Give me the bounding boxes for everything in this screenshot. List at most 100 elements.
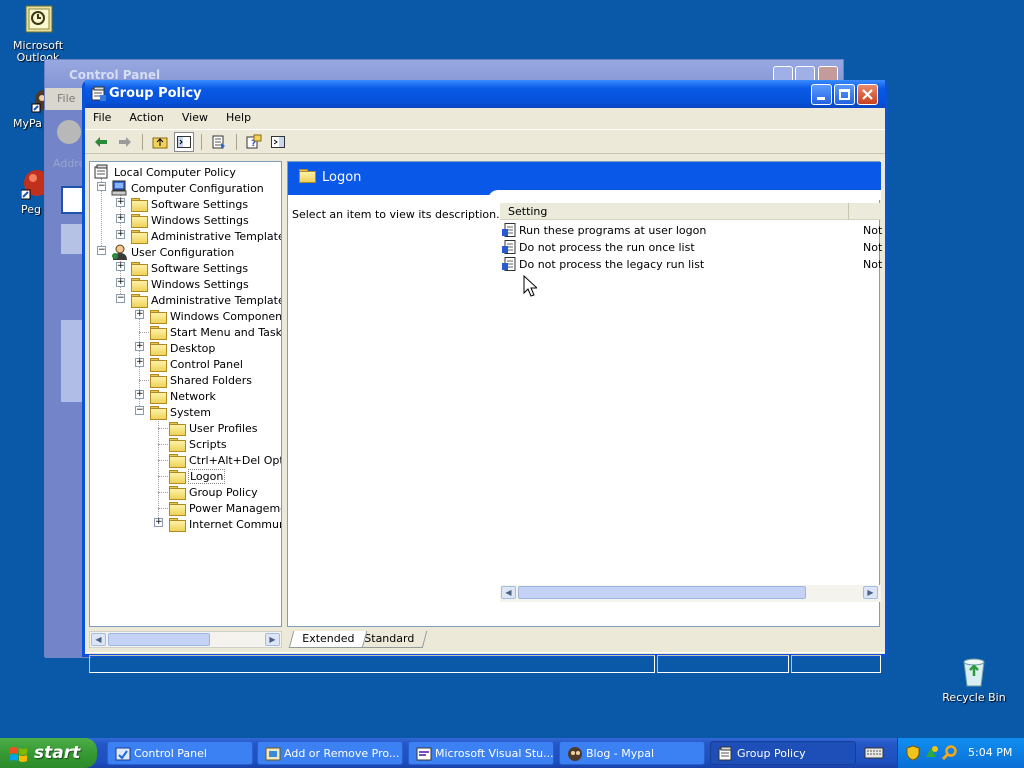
taskbar-item-visual-studio[interactable]: Microsoft Visual Stu... xyxy=(408,741,554,765)
tree-item-cc-software-settings[interactable]: Software Settings xyxy=(131,196,249,212)
collapse-toggle[interactable]: − xyxy=(97,182,106,191)
tree-label: System xyxy=(170,405,212,419)
expand-toggle[interactable]: + xyxy=(135,310,144,319)
export-list-button[interactable] xyxy=(209,132,229,152)
tree-item-power-management[interactable]: Power Managemen xyxy=(169,500,281,516)
list-row[interactable]: Run these programs at user logon Not xyxy=(502,222,882,238)
scroll-left-button[interactable]: ◀ xyxy=(501,586,516,599)
tree-item-desktop[interactable]: Desktop xyxy=(150,340,216,356)
tree-item-local-computer-policy[interactable]: Local Computer Policy xyxy=(94,164,237,180)
clock[interactable]: 5:04 PM xyxy=(968,746,1012,759)
taskbar-item-add-remove-programs[interactable]: Add or Remove Pro... xyxy=(257,741,403,765)
tree-horizontal-scrollbar[interactable]: ◀ ▶ xyxy=(89,631,282,648)
tree-item-windows-components[interactable]: Windows Components xyxy=(150,308,281,324)
tree-item-uc-windows-settings[interactable]: Windows Settings xyxy=(131,276,250,292)
tree-label: Power Managemen xyxy=(189,501,281,515)
description-text: Select an item to view its description. xyxy=(292,208,500,221)
tree-label: Ctrl+Alt+Del Optio xyxy=(189,453,281,467)
minimize-button[interactable] xyxy=(811,84,832,105)
expand-toggle[interactable]: + xyxy=(116,214,125,223)
tree-item-computer-configuration[interactable]: Computer Configuration xyxy=(111,180,265,196)
tree-item-uc-administrative-templates[interactable]: Administrative Templates xyxy=(131,292,281,308)
column-header-state[interactable] xyxy=(849,203,889,220)
tree-item-internet-communication[interactable]: Internet Communic xyxy=(169,516,281,532)
expand-toggle[interactable]: + xyxy=(154,518,163,527)
expand-toggle[interactable]: + xyxy=(116,198,125,207)
search-icon[interactable] xyxy=(942,745,958,761)
folder-icon xyxy=(131,293,148,308)
menu-file[interactable]: File xyxy=(57,92,75,105)
folder-icon xyxy=(150,325,167,340)
tab-extended[interactable]: Extended xyxy=(288,631,368,648)
list-horizontal-scrollbar[interactable]: ◀ ▶ xyxy=(500,585,881,602)
tree-item-user-configuration[interactable]: User Configuration xyxy=(111,244,235,260)
tree-line xyxy=(139,380,149,381)
keyboard-icon[interactable] xyxy=(864,746,884,760)
menu-action[interactable]: Action xyxy=(127,111,165,126)
show-hide-tree-button[interactable] xyxy=(174,131,194,152)
up-one-level-button[interactable] xyxy=(150,132,170,152)
tree-item-cc-administrative-templates[interactable]: Administrative Templates xyxy=(131,228,282,244)
tree-label: Control Panel xyxy=(170,357,243,371)
expand-toggle[interactable]: + xyxy=(135,390,144,399)
back-button[interactable] xyxy=(91,132,111,152)
tree-item-group-policy[interactable]: Group Policy xyxy=(169,484,259,500)
maximize-button[interactable] xyxy=(834,84,855,105)
back-icon[interactable] xyxy=(57,120,81,144)
scroll-thumb[interactable] xyxy=(518,586,806,599)
expand-toggle[interactable]: + xyxy=(135,358,144,367)
tree-item-uc-software-settings[interactable]: Software Settings xyxy=(131,260,249,276)
start-button[interactable]: start xyxy=(0,738,97,768)
tree-label: Administrative Templates xyxy=(151,229,282,243)
start-label: start xyxy=(34,743,81,763)
tree-item-ctrl-alt-del-options[interactable]: Ctrl+Alt+Del Optio xyxy=(169,452,281,468)
tree-item-start-menu-and-taskbar[interactable]: Start Menu and Taskba xyxy=(150,324,281,340)
user-icon xyxy=(112,244,127,260)
taskbar-item-group-policy[interactable]: Group Policy xyxy=(710,741,856,765)
help-button[interactable]: ? xyxy=(244,132,264,152)
expand-toggle[interactable]: + xyxy=(116,278,125,287)
collapse-toggle[interactable]: − xyxy=(135,406,144,415)
scroll-right-button[interactable]: ▶ xyxy=(863,586,878,599)
forward-button[interactable] xyxy=(115,132,135,152)
column-header-setting[interactable]: Setting xyxy=(500,203,849,220)
menu-view[interactable]: View xyxy=(180,111,210,126)
network-icon[interactable] xyxy=(923,745,939,761)
security-shield-icon[interactable] xyxy=(906,745,920,761)
tree-item-shared-folders[interactable]: Shared Folders xyxy=(150,372,253,388)
tree-line xyxy=(158,428,168,429)
expand-toggle[interactable]: + xyxy=(116,230,125,239)
tree-item-system[interactable]: System xyxy=(150,404,212,420)
close-button[interactable] xyxy=(857,84,878,105)
tree-item-cc-windows-settings[interactable]: Windows Settings xyxy=(131,212,250,228)
menu-help[interactable]: Help xyxy=(224,111,253,126)
folder-icon xyxy=(150,405,167,420)
taskbar-item-blog-mypal[interactable]: Blog - Mypal xyxy=(559,741,705,765)
group-policy-titlebar[interactable]: Group Policy xyxy=(85,80,885,108)
console-tree[interactable]: Local Computer Policy − Computer Configu… xyxy=(89,161,282,627)
tree-item-user-profiles[interactable]: User Profiles xyxy=(169,420,259,436)
list-row[interactable]: Do not process the legacy run list Not xyxy=(502,256,882,272)
tree-item-network[interactable]: Network xyxy=(150,388,217,404)
tree-item-control-panel[interactable]: Control Panel xyxy=(150,356,244,372)
show-hide-action-pane-button[interactable] xyxy=(268,132,288,152)
folder-icon xyxy=(131,261,148,276)
scroll-thumb[interactable] xyxy=(108,633,210,646)
tree-label: Windows Settings xyxy=(151,277,249,291)
menu-file[interactable]: File xyxy=(91,111,113,126)
list-row[interactable]: Do not process the run once list Not xyxy=(502,239,882,255)
scroll-left-button[interactable]: ◀ xyxy=(91,633,106,646)
desktop-icon-outlook[interactable]: Microsoft Outlook xyxy=(3,4,73,64)
tree-item-logon[interactable]: Logon xyxy=(169,468,226,484)
address-label: Addre xyxy=(53,157,86,170)
expand-toggle[interactable]: + xyxy=(116,262,125,271)
desktop-icon-recycle-bin[interactable]: Recycle Bin xyxy=(939,656,1009,704)
collapse-toggle[interactable]: − xyxy=(97,246,106,255)
expand-toggle[interactable]: + xyxy=(135,342,144,351)
control-panel-icon xyxy=(115,747,131,761)
tree-item-scripts[interactable]: Scripts xyxy=(169,436,228,452)
taskbar-item-control-panel[interactable]: Control Panel xyxy=(107,741,253,765)
collapse-toggle[interactable]: − xyxy=(116,294,125,303)
group-policy-window[interactable]: Group Policy File Action View Help ? Loc… xyxy=(82,80,889,673)
scroll-right-button[interactable]: ▶ xyxy=(265,633,280,646)
